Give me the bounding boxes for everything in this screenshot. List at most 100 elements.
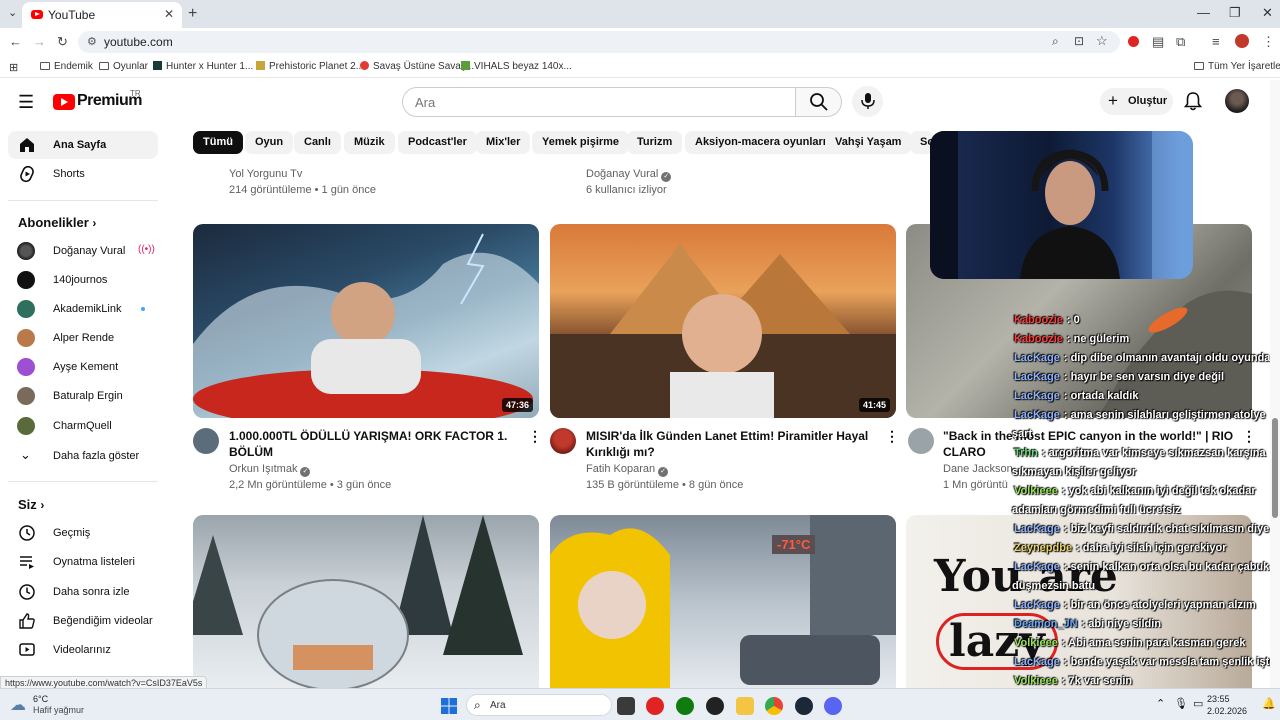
- video-channel[interactable]: Doğanay Vural ✓: [586, 166, 672, 182]
- all-bookmarks[interactable]: Tüm Yer İşaretleri: [1194, 61, 1280, 72]
- weather-icon[interactable]: ☁: [10, 695, 26, 715]
- bookmark-star-icon[interactable]: ☆: [1096, 33, 1108, 49]
- zoom-icon[interactable]: ⌕: [1052, 34, 1059, 49]
- video-thumbnail[interactable]: [193, 515, 539, 688]
- tab-search-icon[interactable]: ⌄: [8, 6, 17, 19]
- voice-search-button[interactable]: [852, 86, 883, 117]
- chip-music[interactable]: Müzik: [344, 131, 395, 154]
- minimize-button[interactable]: —: [1197, 5, 1210, 20]
- more-options-icon[interactable]: ⋮: [528, 428, 542, 445]
- video-title[interactable]: MISIR'da İlk Günden Lanet Ettim! Piramit…: [586, 428, 868, 460]
- bookmark-savas[interactable]: Savaş Üstüne Savaş...: [360, 61, 474, 72]
- clock-time[interactable]: 23:55: [1207, 694, 1230, 704]
- sidebar-channel-doganay[interactable]: Doğanay Vural ((•)): [8, 237, 158, 265]
- bookmark-oyunlar[interactable]: Oyunlar: [99, 61, 148, 72]
- account-avatar[interactable]: [1225, 89, 1249, 113]
- video-channel[interactable]: Fatih Koparan ✓: [586, 461, 669, 477]
- sidebar-item-playlists[interactable]: Oynatma listeleri: [8, 548, 158, 576]
- sidebar-channel-baturalp[interactable]: Baturalp Ergin: [8, 382, 158, 410]
- sidebar-channel-ayse[interactable]: Ayşe Kement: [8, 353, 158, 381]
- address-bar[interactable]: ⚙ youtube.com ⌕ ⊡ ☆: [78, 31, 1120, 53]
- sidebar-channel-charmquell[interactable]: CharmQuell: [8, 412, 158, 440]
- chip-wildlife[interactable]: Vahşi Yaşam: [825, 131, 912, 154]
- video-channel[interactable]: Yol Yorgunu Tv: [229, 166, 302, 182]
- chip-live[interactable]: Canlı: [294, 131, 341, 154]
- media-controls-icon[interactable]: ≡: [1212, 34, 1220, 49]
- sidebar-item-history[interactable]: Geçmiş: [8, 519, 158, 547]
- opera-extension-icon[interactable]: [1128, 36, 1139, 47]
- guide-menu-icon[interactable]: ☰: [18, 92, 34, 113]
- video-thumbnail[interactable]: -71°C: [550, 515, 896, 688]
- maximize-button[interactable]: ❐: [1229, 5, 1241, 21]
- bookmark-vihals[interactable]: VIHALS beyaz 140x...: [461, 61, 572, 72]
- menu-icon[interactable]: ⋮: [1262, 34, 1275, 50]
- bookmark-hunter[interactable]: Hunter x Hunter 1...: [153, 61, 253, 72]
- video-thumbnail[interactable]: 41:45: [550, 224, 896, 418]
- folder-icon[interactable]: [736, 697, 754, 715]
- network-icon[interactable]: ▭: [1193, 697, 1203, 710]
- notification-icon[interactable]: 🔔: [1262, 697, 1276, 710]
- new-tab-button[interactable]: +: [188, 5, 197, 23]
- channel-avatar[interactable]: [550, 428, 576, 454]
- sidebar-item-liked[interactable]: Beğendiğim videolar: [8, 607, 158, 635]
- tab-close-icon[interactable]: ✕: [164, 7, 174, 21]
- site-info-icon[interactable]: ⚙: [87, 35, 97, 48]
- notifications-bell-icon[interactable]: [1184, 92, 1202, 111]
- channel-avatar[interactable]: [908, 428, 934, 454]
- youtube-logo-icon[interactable]: [53, 94, 75, 110]
- extensions-puzzle-icon[interactable]: ⧉: [1176, 34, 1185, 50]
- sidebar-item-home[interactable]: Ana Sayfa: [8, 131, 158, 159]
- scrollbar-thumb[interactable]: [1272, 418, 1278, 518]
- windows-start-icon[interactable]: [440, 697, 458, 715]
- file-manager-icon[interactable]: [617, 697, 635, 715]
- chrome-icon[interactable]: [765, 697, 783, 715]
- sidebar-item-watch-later[interactable]: Daha sonra izle: [8, 578, 158, 606]
- more-options-icon[interactable]: ⋮: [885, 428, 899, 445]
- sidebar-channel-akademiklink[interactable]: AkademikLink: [8, 295, 158, 323]
- chip-gaming[interactable]: Oyun: [245, 131, 294, 154]
- video-title[interactable]: 1.000.000TL ÖDÜLLÜ YARIŞMA! ORK FACTOR 1…: [229, 428, 507, 460]
- extension-icon[interactable]: ▤: [1152, 34, 1164, 50]
- steam-icon[interactable]: [795, 697, 813, 715]
- bookmark-prehistoric[interactable]: Prehistoric Planet 2...: [256, 61, 364, 72]
- app-icon[interactable]: [706, 697, 724, 715]
- close-window-button[interactable]: ✕: [1262, 5, 1273, 21]
- search-input[interactable]: Ara: [402, 87, 796, 117]
- tab-youtube[interactable]: YouTube ✕: [22, 2, 182, 28]
- sidebar-channel-140journos[interactable]: 140journos: [8, 266, 158, 294]
- sidebar-channel-alper[interactable]: Alper Rende: [8, 324, 158, 352]
- chip-podcasts[interactable]: Podcast'ler: [398, 131, 477, 154]
- video-channel[interactable]: Dane Jackson: [943, 461, 1013, 477]
- page-scrollbar[interactable]: [1270, 80, 1280, 688]
- reload-icon[interactable]: ↻: [57, 34, 68, 50]
- install-icon[interactable]: ⊡: [1074, 34, 1084, 48]
- chip-all[interactable]: Tümü: [193, 131, 243, 154]
- taskbar-search[interactable]: ⌕ Ara: [466, 694, 612, 716]
- bookmark-endemik[interactable]: Endemik: [40, 61, 93, 72]
- channel-avatar[interactable]: [193, 428, 219, 454]
- more-options-icon[interactable]: ⋮: [1242, 428, 1256, 445]
- profile-icon[interactable]: [1235, 34, 1249, 48]
- sidebar-item-shorts[interactable]: Shorts: [8, 160, 158, 188]
- sidebar-item-your-videos[interactable]: Videolarınız: [8, 636, 158, 664]
- video-channel[interactable]: Orkun Işıtmak ✓: [229, 461, 311, 477]
- weather-desc[interactable]: Hafif yağmur: [33, 705, 84, 715]
- xbox-icon[interactable]: [676, 697, 694, 715]
- search-button[interactable]: [795, 87, 842, 117]
- forward-icon[interactable]: →: [33, 34, 46, 49]
- chevron-up-icon[interactable]: ⌃: [1156, 697, 1165, 710]
- chip-action-adventure[interactable]: Aksiyon-macera oyunları: [685, 131, 836, 154]
- discord-icon[interactable]: [824, 697, 842, 715]
- chip-cooking[interactable]: Yemek pişirme: [532, 131, 630, 154]
- video-thumbnail[interactable]: 47:36: [193, 224, 539, 418]
- back-icon[interactable]: ←: [9, 34, 22, 49]
- microphone-icon[interactable]: 🎙: [1174, 697, 1188, 710]
- chip-tourism[interactable]: Turizm: [627, 131, 683, 154]
- chip-mixes[interactable]: Mix'ler: [476, 131, 531, 154]
- apps-icon[interactable]: ⊞: [9, 61, 18, 74]
- create-button[interactable]: + Oluştur: [1100, 88, 1173, 115]
- show-more-button[interactable]: ⌄ Daha fazla göster: [8, 442, 158, 470]
- opera-icon[interactable]: [646, 697, 664, 715]
- subscriptions-header[interactable]: Abonelikler ›: [18, 215, 96, 230]
- clock-date[interactable]: 2.02.2026: [1207, 706, 1247, 716]
